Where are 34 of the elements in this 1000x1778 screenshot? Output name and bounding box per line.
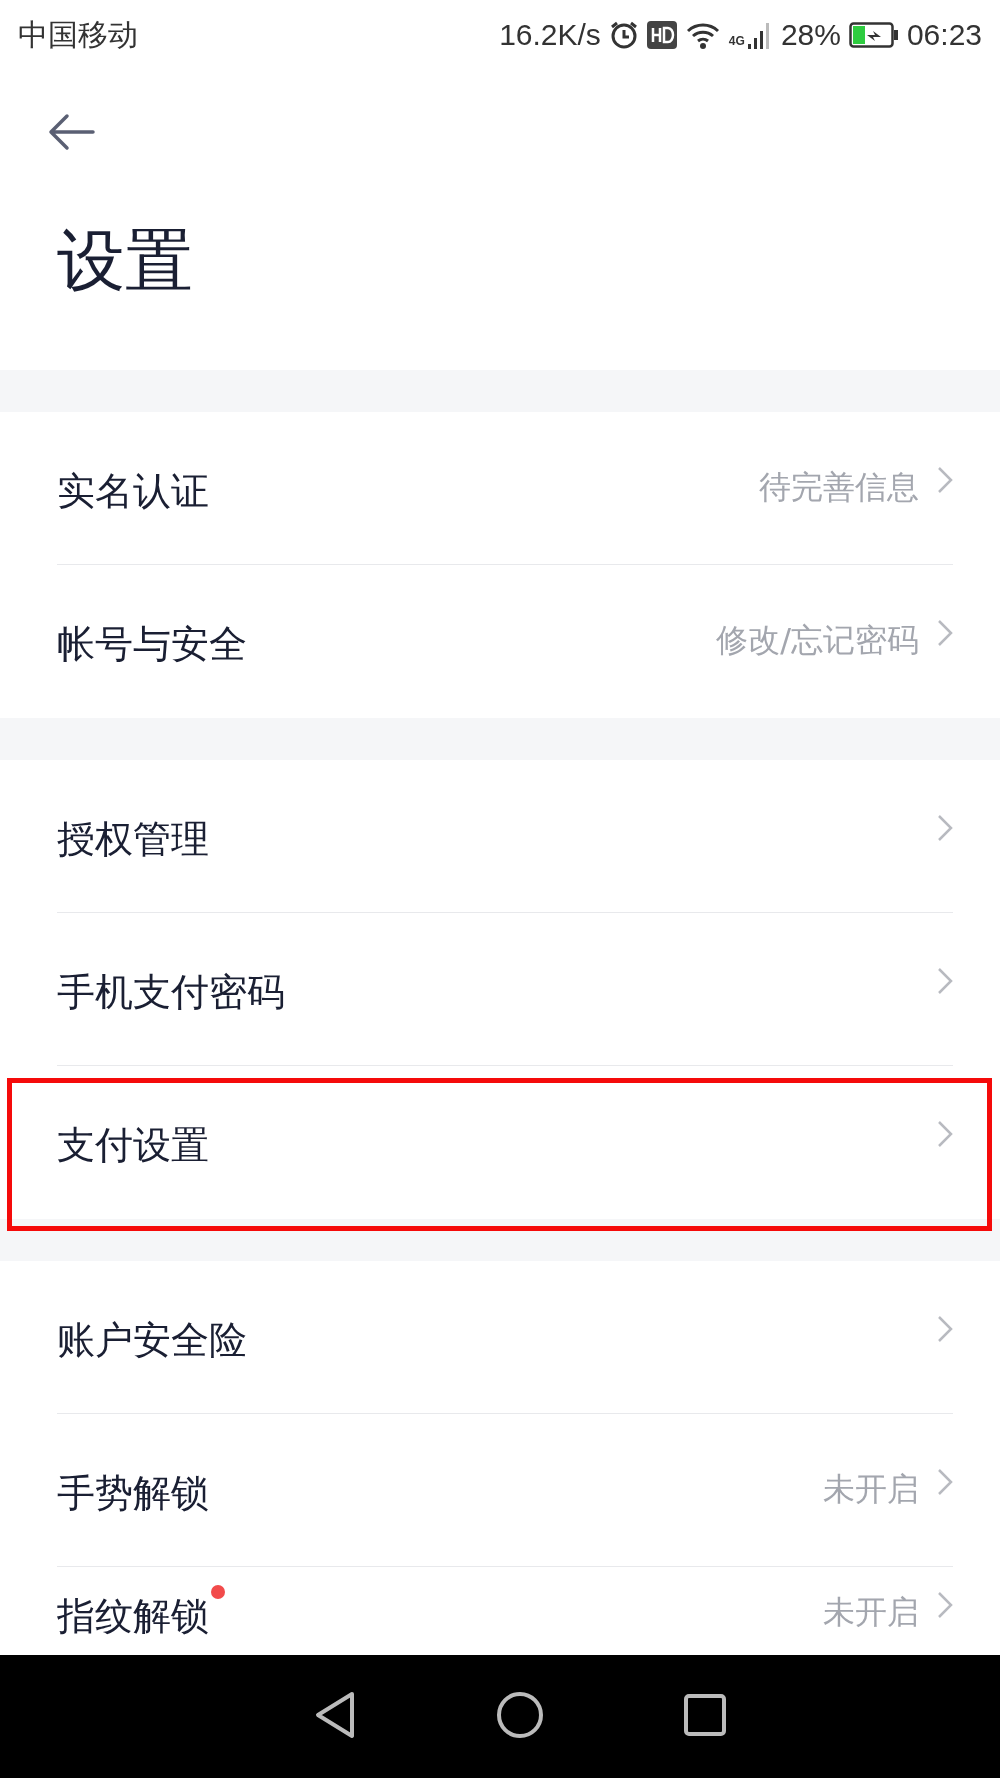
chevron-right-icon bbox=[937, 1315, 953, 1343]
chevron-right-icon bbox=[937, 967, 953, 995]
alarm-icon bbox=[608, 20, 639, 50]
chevron-right-icon bbox=[937, 619, 953, 647]
battery-charging-icon bbox=[848, 22, 899, 48]
row-label: 手势解锁 bbox=[57, 1470, 209, 1517]
network-speed: 16.2K/s bbox=[499, 18, 601, 52]
carrier-name: 中国移动 bbox=[18, 16, 138, 53]
chevron-right-icon bbox=[937, 814, 953, 842]
recents-button[interactable] bbox=[684, 1694, 726, 1739]
row-label: 指纹解锁 bbox=[57, 1591, 209, 1642]
row-value: 未开启 bbox=[823, 1469, 919, 1510]
row-label: 授权管理 bbox=[57, 816, 209, 863]
row-value: 修改/忘记密码 bbox=[716, 620, 919, 661]
chevron-right-icon bbox=[937, 1468, 953, 1496]
chevron-right-icon bbox=[937, 1120, 953, 1148]
row-label: 实名认证 bbox=[57, 468, 209, 515]
battery-percent: 28% bbox=[780, 18, 841, 52]
clock-time: 06:23 bbox=[906, 18, 982, 52]
network-type: 4G bbox=[728, 34, 745, 48]
back-arrow-icon bbox=[47, 112, 95, 152]
page-title: 设置 bbox=[57, 227, 193, 295]
chevron-right-icon bbox=[937, 1591, 953, 1619]
row-label: 帐号与安全 bbox=[57, 621, 247, 668]
row-value: 待完善信息 bbox=[759, 467, 919, 508]
chevron-right-icon bbox=[937, 466, 953, 494]
row-label: 手机支付密码 bbox=[57, 969, 285, 1016]
hd-icon bbox=[646, 21, 677, 49]
circle-home-icon bbox=[496, 1691, 544, 1739]
triangle-back-icon bbox=[314, 1691, 356, 1739]
square-recents-icon bbox=[684, 1694, 726, 1736]
row-value: 未开启 bbox=[823, 1592, 919, 1633]
row-label: 支付设置 bbox=[57, 1122, 209, 1169]
row-label: 账户安全险 bbox=[57, 1317, 247, 1364]
